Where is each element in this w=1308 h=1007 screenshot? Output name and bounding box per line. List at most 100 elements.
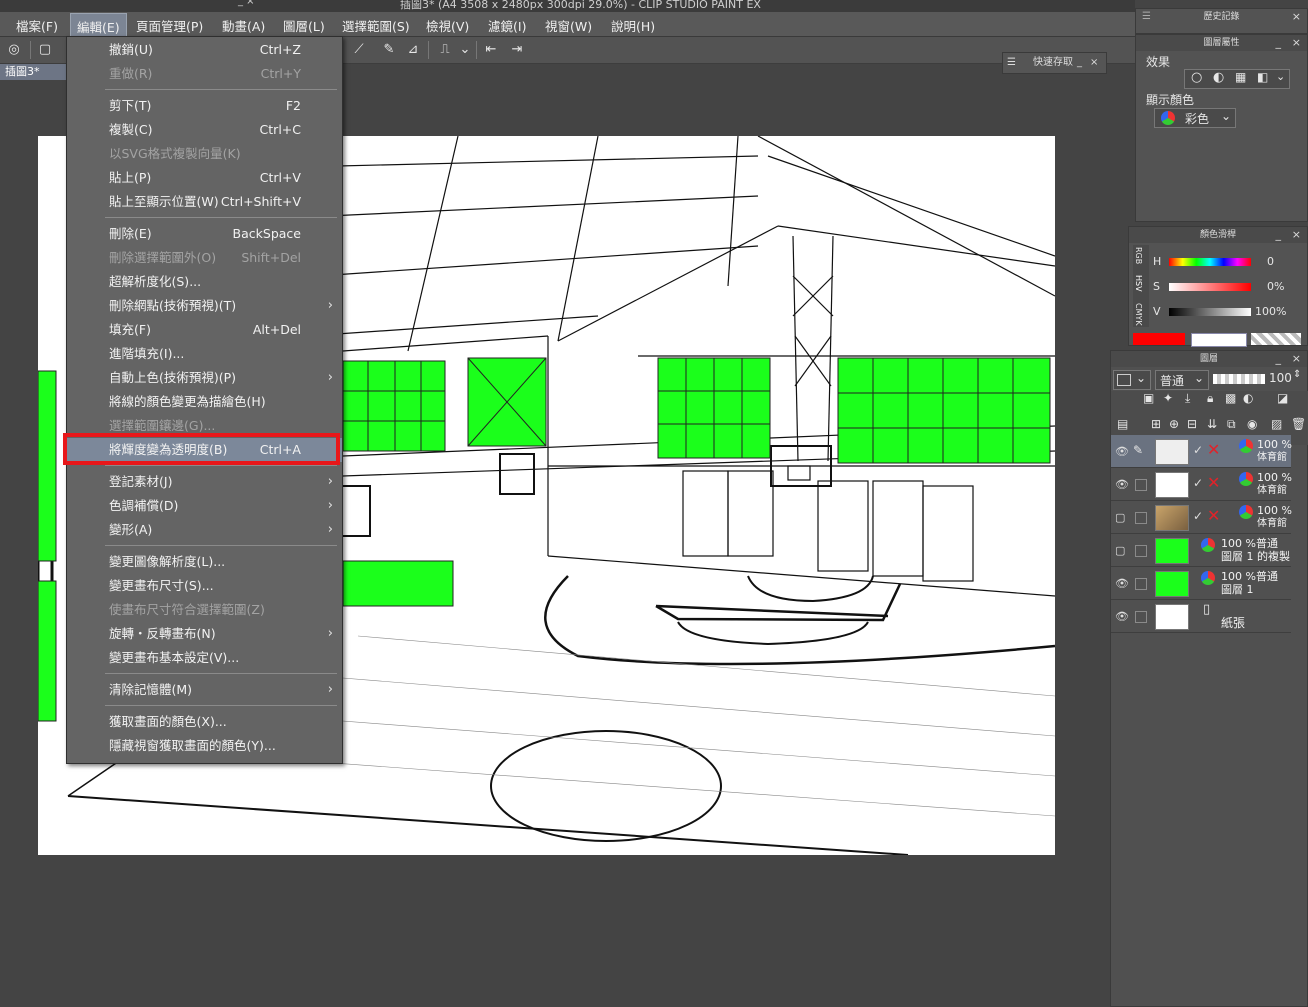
tab-hsv[interactable]: HSV xyxy=(1134,275,1143,292)
close-icon[interactable]: × xyxy=(1292,351,1301,367)
layer-select-checkbox[interactable] xyxy=(1135,512,1147,524)
menu-selection[interactable]: 選擇範圍(S) xyxy=(342,16,410,35)
minimize-icon[interactable]: _ xyxy=(1276,35,1282,51)
pen-icon[interactable]: ✎ xyxy=(380,41,398,59)
layer-row[interactable]: ▢ 100 %普通 圖層 1 的複製 xyxy=(1111,534,1291,567)
menu-window[interactable]: 視窗(W) xyxy=(545,16,592,35)
mask-icon[interactable]: ◐ xyxy=(1243,391,1253,405)
layer-row[interactable]: ▢ ✓ ✕ 100 % 体育館 xyxy=(1111,501,1292,534)
menu-animation[interactable]: 動畫(A) xyxy=(222,16,265,35)
menu-change-line-color[interactable]: 將線的顏色變更為描繪色(H) xyxy=(67,390,342,414)
add-mask-icon[interactable]: ◉ xyxy=(1247,417,1257,431)
merge-down-icon[interactable]: ⧉ xyxy=(1227,417,1236,432)
grip-icon[interactable]: ☰ xyxy=(1007,53,1016,73)
menu-obtain-screen-color[interactable]: 獲取畫面的顏色(X)... xyxy=(67,710,342,734)
visibility-eye-icon[interactable]: 👁︎ xyxy=(1115,478,1129,491)
new-raster-layer-icon[interactable]: ⊞ xyxy=(1151,417,1161,431)
blend-mode-select[interactable]: 普通 ⌄ xyxy=(1155,370,1209,390)
close-icon[interactable]: × xyxy=(1292,9,1301,25)
clip-layer-icon[interactable]: ⤓ xyxy=(1185,391,1190,406)
saturation-value[interactable]: 0% xyxy=(1267,280,1284,293)
draft-layer-icon[interactable]: ✦ xyxy=(1163,391,1173,405)
tab-rgb[interactable]: RGB xyxy=(1134,247,1143,264)
menu-file[interactable]: 檔案(F) xyxy=(16,16,58,35)
extract-line-icon[interactable]: ◐ xyxy=(1213,70,1224,85)
menu-copy[interactable]: 複製(C) Ctrl+C xyxy=(67,118,342,142)
ruler-icon[interactable]: ⊿ xyxy=(404,41,422,59)
menu-fit-canvas-to-selection[interactable]: 使畫布尺寸符合選擇範圍(Z) xyxy=(67,598,342,622)
palette-color-icon[interactable]: ◪ xyxy=(1277,391,1288,405)
canvas-tab[interactable]: 插圖3* xyxy=(0,64,71,80)
menu-paste[interactable]: 貼上(P) Ctrl+V xyxy=(67,166,342,190)
border-effect-icon[interactable]: ○ xyxy=(1191,70,1202,85)
menu-view[interactable]: 檢視(V) xyxy=(426,16,469,35)
layer-color-icon[interactable]: ◧ xyxy=(1257,70,1268,84)
menu-remove-tones[interactable]: 刪除網點(技術預視)(T) › xyxy=(67,294,342,318)
close-icon[interactable]: × xyxy=(1090,53,1098,73)
minimize-icon[interactable]: _ xyxy=(1077,53,1082,73)
visibility-eye-icon[interactable]: 👁︎ xyxy=(1115,445,1129,458)
layer-select-checkbox[interactable] xyxy=(1135,479,1147,491)
menu-change-canvas-size[interactable]: 變更畫布尺寸(S)... xyxy=(67,574,342,598)
menu-auto-color[interactable]: 自動上色(技術預視)(P) › xyxy=(67,366,342,390)
chevron-down-icon[interactable]: ⌄ xyxy=(1221,109,1231,123)
tab-cmyk[interactable]: CMYK xyxy=(1134,303,1143,326)
close-icon[interactable]: × xyxy=(1292,227,1301,243)
menu-copy-svg[interactable]: 以SVG格式複製向量(K) xyxy=(67,142,342,166)
opacity-value[interactable]: 100 xyxy=(1269,371,1292,385)
opacity-stepper-icon[interactable]: ⇕ xyxy=(1293,369,1301,380)
layer-row[interactable]: 👁︎ ✓ ✕ 100 % 体育館 xyxy=(1111,468,1292,501)
menu-advanced-fill[interactable]: 進階填充(I)... xyxy=(67,342,342,366)
menu-delete[interactable]: 刪除(E) BackSpace xyxy=(67,222,342,246)
visibility-eye-icon[interactable]: ▢ xyxy=(1115,544,1129,557)
tone-icon[interactable]: ▦ xyxy=(1235,70,1246,84)
lock-icon[interactable]: 🔒︎ xyxy=(1207,391,1213,406)
main-color-swatch[interactable] xyxy=(1133,333,1185,345)
reference-layer-icon[interactable]: ▣ xyxy=(1143,391,1154,405)
value-value[interactable]: 100% xyxy=(1255,305,1286,318)
menu-register-material[interactable]: 登記素材(J) › xyxy=(67,470,342,494)
display-color-select[interactable]: 彩色 ⌄ xyxy=(1154,108,1236,128)
menu-help[interactable]: 說明(H) xyxy=(611,16,655,35)
chevron-down-icon[interactable]: ⌄ xyxy=(456,41,474,59)
new-file-icon[interactable]: ▢ xyxy=(36,41,54,59)
layer-row[interactable]: 👁︎ ▯ 紙張 xyxy=(1111,600,1291,633)
layer-select-checkbox[interactable] xyxy=(1135,578,1147,590)
close-icon[interactable]: × xyxy=(1292,35,1301,51)
transparent-color-swatch[interactable] xyxy=(1251,333,1301,345)
visibility-eye-icon[interactable]: 👁︎ xyxy=(1115,610,1129,623)
minimize-icon[interactable]: _ xyxy=(1276,351,1282,367)
layer-select-checkbox[interactable] xyxy=(1135,611,1147,623)
menu-hide-window-obtain-color[interactable]: 隱藏視窗獲取畫面的顏色(Y)... xyxy=(67,734,342,758)
line-tool-icon[interactable]: ⟋ xyxy=(350,41,368,59)
flip-horizontal-icon[interactable]: ⇤ xyxy=(482,41,500,59)
menu-redo[interactable]: 重做(R) Ctrl+Y xyxy=(67,62,342,86)
value-slider[interactable] xyxy=(1169,308,1251,316)
layer-select-checkbox[interactable] xyxy=(1135,545,1147,557)
menu-cut[interactable]: 剪下(T) F2 xyxy=(67,94,342,118)
menu-canvas-basic-settings[interactable]: 變更畫布基本設定(V)... xyxy=(67,646,342,670)
transform-icon[interactable]: ⎍ xyxy=(436,41,454,59)
menu-rotate-flip-canvas[interactable]: 旋轉・反轉畫布(N) › xyxy=(67,622,342,646)
layer-menu-icon[interactable]: ▤ xyxy=(1117,417,1128,431)
layer-color-select[interactable]: ⌄ xyxy=(1113,370,1151,390)
effect-buttons[interactable]: ○ ◐ ▦ ◧ ⌄ xyxy=(1184,69,1290,89)
menu-delete-outside[interactable]: 刪除選擇範圍外(O) Shift+Del xyxy=(67,246,342,270)
transfer-down-icon[interactable]: ⇊ xyxy=(1207,417,1217,431)
panel-mini-controls[interactable]: _ × xyxy=(238,0,255,7)
menu-clear-memory[interactable]: 清除記憶體(M) › xyxy=(67,678,342,702)
menu-fill[interactable]: 填充(F) Alt+Del xyxy=(67,318,342,342)
visibility-eye-icon[interactable]: ▢ xyxy=(1115,511,1129,524)
saturation-slider[interactable] xyxy=(1169,283,1251,291)
lock-transparent-icon[interactable]: ▩ xyxy=(1225,391,1236,405)
chevron-down-icon[interactable]: ⌄ xyxy=(1276,70,1285,83)
sub-color-swatch[interactable] xyxy=(1191,333,1247,347)
menu-layer[interactable]: 圖層(L) xyxy=(283,16,325,35)
menu-border-selection[interactable]: 選擇範圍鑲邊(G)... xyxy=(67,414,342,438)
new-folder-icon[interactable]: ⊟ xyxy=(1187,417,1197,431)
menu-tonal-correction[interactable]: 色調補償(D) › xyxy=(67,494,342,518)
clip-studio-icon[interactable]: ◎ xyxy=(5,41,23,59)
minimize-icon[interactable]: _ xyxy=(1276,227,1282,243)
opacity-slider[interactable] xyxy=(1213,374,1265,384)
delete-layer-icon[interactable]: 🗑︎ xyxy=(1291,417,1306,431)
